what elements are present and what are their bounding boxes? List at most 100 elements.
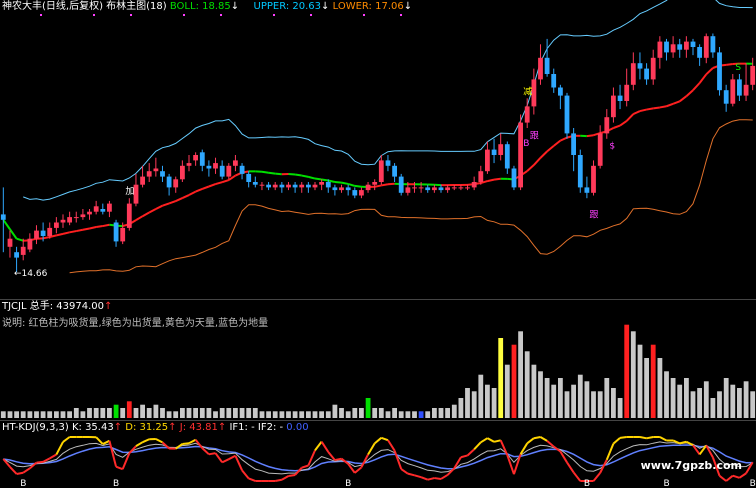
down-arrow-icon: ↓ <box>321 1 329 12</box>
volume-bar <box>366 398 371 418</box>
volume-bar <box>472 391 477 418</box>
volume-bar <box>439 408 444 418</box>
candle-body <box>346 187 351 190</box>
j-line-segment <box>474 442 481 449</box>
volume-bar <box>578 375 583 418</box>
candle-body <box>512 169 517 188</box>
candle-body <box>107 204 112 212</box>
volume-bar <box>306 411 311 418</box>
candle-body <box>352 190 357 195</box>
candle-body <box>598 133 603 165</box>
boll-mid-segment <box>620 121 627 126</box>
candle-body <box>193 155 198 160</box>
volume-bar <box>114 405 119 418</box>
candle-body <box>492 150 497 155</box>
candle-body <box>538 58 543 80</box>
boll-mid-segment <box>103 225 110 226</box>
volume-bar <box>233 408 238 418</box>
signal-dot <box>93 14 95 16</box>
volume-bar <box>711 398 716 418</box>
j-line-segment <box>594 473 601 481</box>
boll-mid-segment <box>342 183 349 184</box>
candle-body <box>207 166 212 169</box>
candle-body <box>651 58 656 80</box>
signal-marker: S <box>735 63 741 73</box>
candle-body <box>260 185 265 186</box>
volume-bar <box>518 331 523 418</box>
signal-dot <box>130 14 132 16</box>
candle-body <box>737 79 742 95</box>
candle-body <box>41 231 46 236</box>
volume-bar <box>299 411 304 418</box>
candle-body <box>631 63 636 85</box>
volume-bar <box>392 408 397 418</box>
candle-body <box>246 174 251 182</box>
volume-bar <box>419 411 424 418</box>
kdj-panel[interactable]: BBBBBB HT-KDJ(9,3,3) K: 35.43↑ D: 31.25↑… <box>0 420 756 488</box>
volume-bar <box>1 411 6 418</box>
main-chart-panel[interactable]: ←14.66加减BS跟跟$ 神农大丰(日线,后复权) 布林主图(18) BOLL… <box>0 0 756 298</box>
boll-mid-segment <box>547 146 554 152</box>
boll-mid-segment <box>348 184 355 186</box>
candle-body <box>591 166 596 193</box>
volume-bar <box>512 345 517 418</box>
j-line-segment <box>143 439 150 442</box>
signal-dot <box>40 14 42 16</box>
volume-bar <box>565 391 570 418</box>
j-line-segment <box>355 467 362 473</box>
candle-body <box>326 182 331 187</box>
j-line-segment <box>189 440 196 444</box>
candle-body <box>154 169 159 172</box>
volume-bar <box>8 411 13 418</box>
volume-bar <box>313 411 318 418</box>
boll-mid-segment <box>335 182 342 183</box>
candle-body <box>273 185 278 188</box>
boll-mid-segment <box>295 175 302 176</box>
j-line-segment <box>315 442 322 451</box>
volume-bar <box>87 408 92 418</box>
candle-body <box>664 42 669 53</box>
j-line-segment <box>235 456 242 471</box>
candle-body <box>704 36 709 58</box>
kdj-name: HT-KDJ(9,3,3) <box>2 422 69 433</box>
volume-panel[interactable]: TJCJL 总手: 43974.00↑ 说明: 红色柱为吸货量,绿色为出货量,黄… <box>0 299 756 420</box>
volume-bar <box>724 378 729 418</box>
j-line-segment <box>229 456 236 459</box>
candle-body <box>127 204 132 228</box>
candlestick-chart[interactable]: ←14.66加减BS跟跟$ <box>0 0 756 298</box>
boll-mid-segment <box>686 90 693 96</box>
candle-body <box>472 182 477 187</box>
volume-bar <box>346 411 351 418</box>
j-line-segment <box>209 453 216 454</box>
signal-dot <box>363 14 365 16</box>
volume-bar <box>61 411 66 418</box>
boll-mid-segment <box>554 141 561 146</box>
candle-body <box>558 88 563 96</box>
volume-bar <box>213 411 218 418</box>
volume-bar <box>140 405 145 418</box>
volume-legend-note: 说明: 红色柱为吸货量,绿色为出货量,黄色为天量,蓝色为地量 <box>2 318 268 330</box>
candle-body <box>21 247 26 255</box>
candle-body <box>498 144 503 155</box>
j-line-segment <box>494 440 501 441</box>
volume-bar <box>631 331 636 418</box>
candle-body <box>525 106 530 122</box>
boll-mid-segment <box>647 108 654 109</box>
boll-mid-segment <box>560 138 567 141</box>
j-line-segment <box>660 437 667 440</box>
boll-mid-segment <box>222 180 229 182</box>
volume-bar <box>671 378 676 418</box>
boll-mid-segment <box>308 177 315 179</box>
volume-bar <box>658 358 663 418</box>
candle-body <box>624 85 629 101</box>
candle-body <box>465 187 470 188</box>
candle-body <box>379 160 384 182</box>
boll-mid-segment <box>534 158 541 165</box>
signal-marker: 加 <box>125 186 134 197</box>
volume-bar <box>359 408 364 418</box>
boll-mid-segment <box>700 74 707 83</box>
j-line-segment <box>322 442 329 452</box>
candle-body <box>452 187 457 188</box>
volume-bar <box>604 378 609 418</box>
j-line-segment <box>36 462 43 463</box>
